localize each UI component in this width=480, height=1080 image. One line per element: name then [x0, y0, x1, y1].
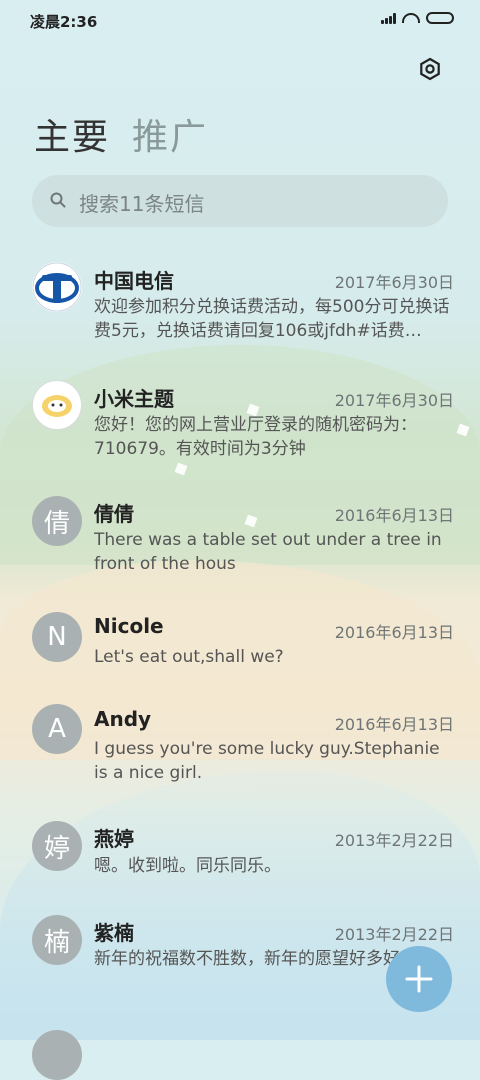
message-date: 2016年6月13日	[334, 506, 454, 525]
theme-logo-icon	[42, 395, 72, 417]
search-placeholder: 搜索11条短信	[79, 192, 205, 216]
conversation-item[interactable]: 中国电信 2017年6月30日 欢迎参加积分兑换话费活动，每500分可兑换话费5…	[0, 248, 480, 348]
message-preview: 新年的祝福数不胜数，新年的愿望好多好多，新年的问候依旧美好，在这个温馨的时刻	[94, 949, 416, 969]
new-message-button[interactable]	[386, 946, 452, 1012]
message-date: 2016年6月13日	[334, 623, 454, 642]
conversation-item[interactable]: A Andy 2016年6月13日 I guess you're some lu…	[0, 693, 480, 793]
contact-name: Nicole	[94, 614, 164, 638]
contact-name: 紫楠	[94, 921, 134, 945]
message-preview: There was a table set out under a tree i…	[94, 530, 442, 574]
search-icon	[50, 192, 66, 208]
settings-icon[interactable]	[418, 57, 442, 81]
contact-name: 小米主题	[94, 387, 174, 411]
plus-icon	[405, 965, 433, 993]
conversation-item[interactable]: 倩 倩倩 2016年6月13日 There was a table set ou…	[0, 483, 480, 583]
message-date: 2016年6月13日	[334, 715, 454, 734]
search-bar[interactable]: 搜索11条短信	[32, 175, 448, 227]
signal-icon	[381, 12, 396, 24]
contact-name: 燕婷	[94, 827, 134, 851]
contact-avatar: N	[32, 612, 82, 662]
conversation-item[interactable]	[0, 1020, 480, 1080]
contact-avatar: 倩	[32, 496, 82, 546]
contact-name: Andy	[94, 707, 152, 731]
message-date: 2013年2月22日	[334, 831, 454, 850]
tab-bar: 主要 推广	[34, 108, 208, 160]
telecom-logo-avatar	[32, 262, 82, 312]
telecom-logo-icon	[32, 262, 82, 312]
contact-avatar: A	[32, 704, 82, 754]
message-preview: 欢迎参加积分兑换话费活动，每500分可兑换话费5元，兑换话费请回复106或jfd…	[94, 297, 450, 341]
message-date: 2017年6月30日	[334, 273, 454, 292]
status-bar: 凌晨2:36	[0, 0, 480, 44]
contact-name: 中国电信	[94, 269, 174, 293]
contact-avatar: 楠	[32, 915, 82, 965]
conversation-item[interactable]: 小米主题 2017年6月30日 您好！您的网上营业厅登录的随机密码为：71067…	[0, 366, 480, 466]
message-preview: 您好！您的网上营业厅登录的随机密码为：710679。有效时间为3分钟	[94, 415, 417, 459]
message-preview: 嗯。收到啦。同乐同乐。	[94, 856, 281, 876]
status-time: 凌晨2:36	[30, 13, 98, 31]
message-date: 2013年2月22日	[334, 925, 454, 944]
contact-avatar	[32, 1030, 82, 1080]
battery-icon	[426, 12, 454, 24]
tab-promotions[interactable]: 推广	[132, 108, 208, 160]
conversation-item[interactable]: N Nicole 2016年6月13日 Let's eat out,shall …	[0, 600, 480, 700]
contact-name: 倩倩	[94, 502, 134, 526]
wifi-icon	[402, 13, 420, 23]
contact-avatar: 婷	[32, 821, 82, 871]
conversation-item[interactable]: 婷 燕婷 2013年2月22日 嗯。收到啦。同乐同乐。	[0, 810, 480, 910]
message-preview: I guess you're some lucky guy.Stephanie …	[94, 739, 440, 783]
message-preview: Let's eat out,shall we?	[94, 647, 284, 667]
status-icons	[381, 12, 454, 24]
message-date: 2017年6月30日	[334, 391, 454, 410]
theme-logo-avatar	[32, 380, 82, 430]
tab-primary[interactable]: 主要	[34, 108, 110, 160]
